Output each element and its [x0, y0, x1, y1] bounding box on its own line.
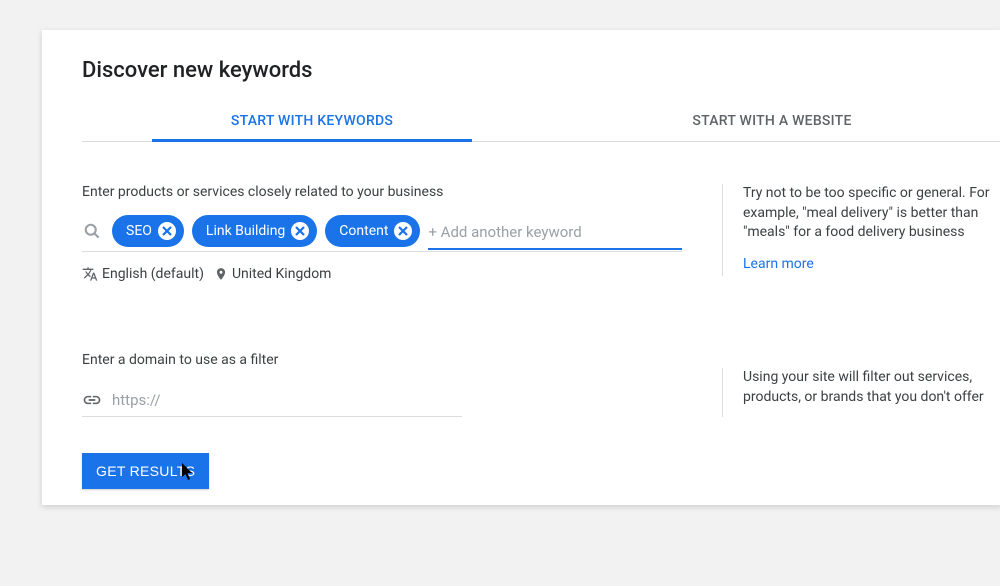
keyword-chip-seo[interactable]: SEO: [112, 215, 184, 247]
keywords-content: Enter products or services closely relat…: [82, 184, 1000, 282]
domain-section: Enter a domain to use as a filter https:…: [82, 352, 1000, 417]
domain-tip-panel: Using your site will filter out services…: [722, 368, 1000, 417]
chip-label: Content: [339, 223, 388, 239]
tab-start-with-keywords[interactable]: START WITH KEYWORDS: [82, 101, 542, 141]
language-selector[interactable]: English (default): [82, 266, 204, 282]
location-label: United Kingdom: [232, 266, 332, 282]
learn-more-link[interactable]: Learn more: [743, 255, 814, 275]
close-icon[interactable]: [291, 222, 309, 240]
tabs: START WITH KEYWORDS START WITH A WEBSITE: [82, 101, 1000, 142]
keyword-planner-card: Discover new keywords START WITH KEYWORD…: [42, 30, 1000, 505]
language-location-row: English (default) United Kingdom: [82, 266, 682, 282]
domain-left-col: Enter a domain to use as a filter https:…: [82, 352, 462, 417]
translate-icon: [82, 266, 98, 282]
search-icon: [82, 221, 104, 241]
get-results-button[interactable]: GET RESULTS: [82, 453, 209, 489]
location-selector[interactable]: United Kingdom: [214, 266, 332, 282]
chip-label: SEO: [126, 223, 152, 239]
add-keyword-input[interactable]: + Add another keyword: [428, 217, 682, 250]
keyword-input-row[interactable]: SEO Link Building Content: [82, 215, 682, 252]
tab-start-with-website[interactable]: START WITH A WEBSITE: [542, 101, 1000, 141]
keywords-section-label: Enter products or services closely relat…: [82, 184, 682, 200]
keywords-left-col: Enter products or services closely relat…: [82, 184, 682, 282]
close-icon[interactable]: [158, 222, 176, 240]
keywords-tip-panel: Try not to be too specific or general. F…: [722, 184, 1000, 276]
domain-section-label: Enter a domain to use as a filter: [82, 352, 462, 368]
location-icon: [214, 267, 228, 281]
link-icon: [82, 390, 102, 410]
language-label: English (default): [102, 266, 204, 282]
domain-input-row[interactable]: https://: [82, 384, 462, 417]
tip-text: Using your site will filter out services…: [743, 368, 1000, 407]
tip-text: Try not to be too specific or general. F…: [743, 184, 1000, 243]
page-title: Discover new keywords: [82, 58, 1000, 83]
keyword-chip-content[interactable]: Content: [325, 215, 420, 247]
chip-label: Link Building: [206, 223, 285, 239]
domain-input[interactable]: https://: [112, 391, 161, 409]
keyword-chip-link-building[interactable]: Link Building: [192, 215, 317, 247]
close-icon[interactable]: [394, 222, 412, 240]
